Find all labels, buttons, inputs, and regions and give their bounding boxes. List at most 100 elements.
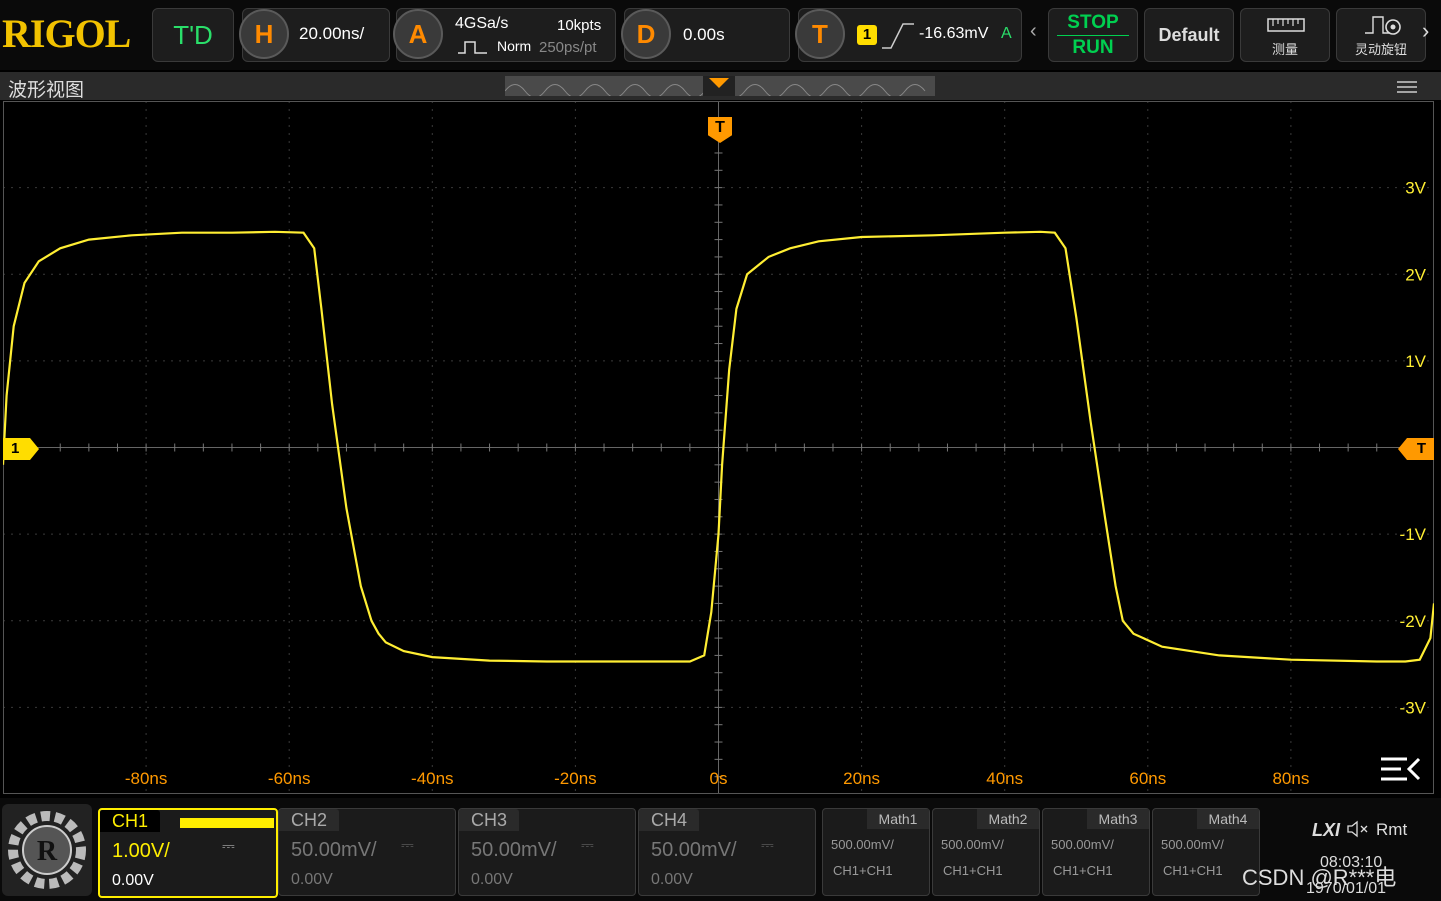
math-box-2[interactable]: Math2 500.00mV/CH1+CH1: [932, 808, 1040, 896]
channel-box-ch4[interactable]: CH4 50.00mV/ ⎓ 0.00V: [638, 808, 816, 896]
math-box-3[interactable]: Math3 500.00mV/CH1+CH1: [1042, 808, 1150, 896]
x-axis-label: -40ns: [411, 769, 454, 788]
channel-offset: 0.00V: [291, 871, 333, 888]
channel-name: CH2: [279, 809, 340, 831]
menu-icon[interactable]: [1396, 80, 1418, 94]
trigger-level: -16.63mV: [919, 25, 989, 42]
waveform-view-title: 波形视图: [8, 80, 85, 101]
smart-knob-button[interactable]: 灵动旋钮: [1336, 8, 1426, 62]
trigger-mode: A: [1001, 25, 1012, 42]
trigger-icon: T: [795, 9, 845, 59]
ruler-icon: [1267, 18, 1305, 32]
channel-offset: 0.00V: [471, 871, 513, 888]
math-box-1[interactable]: Math1 500.00mV/CH1+CH1: [822, 808, 930, 896]
memory-depth: 10kpts: [557, 17, 602, 34]
channel-name: CH3: [459, 809, 520, 831]
channel-scale: 1.00V/: [112, 840, 170, 862]
math-name: Math1: [867, 809, 929, 829]
bottom-bar: R CH1 1.00V/ ⎓ 0.00V CH2 50.00mV/ ⎓ 0.00V CH3 50.…: [0, 798, 1441, 901]
memory-position-bar[interactable]: [505, 76, 935, 96]
math-scale: 500.00mV/: [831, 837, 894, 852]
delay-button[interactable]: D 0.00s: [621, 8, 790, 62]
knob-icon: [1365, 16, 1401, 35]
x-axis-label: 40ns: [986, 769, 1023, 788]
trigger-button[interactable]: T 1 -16.63mV A: [795, 8, 1022, 62]
lxi-label: LXI: [1312, 820, 1341, 840]
watermark: CSDN @R***电: [1242, 865, 1397, 890]
y-axis-label: 1V: [1405, 352, 1426, 371]
rigol-logo: RIGOL: [2, 11, 131, 56]
channel-scale: 50.00mV/: [291, 839, 377, 861]
dc-coupling-icon: ⎓: [761, 837, 774, 854]
sample-rate: 4GSa/s: [455, 15, 509, 32]
acquire-mode: Norm: [497, 38, 532, 54]
math-scale: 500.00mV/: [941, 837, 1004, 852]
channel-box-ch3[interactable]: CH3 50.00mV/ ⎓ 0.00V: [458, 808, 636, 896]
svg-text:R: R: [37, 836, 58, 867]
scroll-right-icon[interactable]: ›: [1422, 18, 1429, 44]
math-expression: CH1+CH1: [1053, 863, 1113, 878]
horizontal-button[interactable]: H 20.00ns/: [239, 8, 390, 62]
math-scale: 500.00mV/: [1051, 837, 1114, 852]
trigger-source-badge: 1: [857, 25, 877, 45]
x-axis-label: 20ns: [843, 769, 880, 788]
x-axis-label: -80ns: [125, 769, 168, 788]
math-expression: CH1+CH1: [833, 863, 893, 878]
delay-icon: D: [621, 9, 671, 59]
channel-scale: 50.00mV/: [471, 839, 557, 861]
collapse-menu-icon[interactable]: [1379, 755, 1423, 785]
math-expression: CH1+CH1: [943, 863, 1003, 878]
stop-run-button[interactable]: STOP RUN: [1048, 8, 1138, 62]
channel-name: CH4: [639, 809, 700, 831]
y-axis-label: -3V: [1400, 698, 1427, 717]
remote-label: Rmt: [1376, 820, 1408, 839]
channel-box-ch2[interactable]: CH2 50.00mV/ ⎓ 0.00V: [278, 808, 456, 896]
channel-offset: 0.00V: [112, 872, 154, 889]
delay-value: 0.00s: [683, 25, 725, 44]
channel-name: CH1: [100, 810, 161, 832]
waveform-area[interactable]: -80ns -60ns -40ns -20ns 0s 20ns 40ns 60ns 80ns 3…: [3, 101, 1434, 794]
run-label: RUN: [1072, 37, 1114, 58]
x-axis-label: -60ns: [268, 769, 311, 788]
math-name: Math3: [1087, 809, 1149, 829]
gear-logo-icon: R: [8, 811, 86, 889]
td-button[interactable]: T'D: [152, 8, 234, 62]
channel-active-bar: [180, 818, 274, 828]
knob-label: 灵动旋钮: [1354, 42, 1407, 57]
channel-box-ch1[interactable]: CH1 1.00V/ ⎓ 0.00V: [98, 808, 278, 898]
x-axis-label: 0s: [710, 769, 728, 788]
mute-icon[interactable]: [1346, 820, 1370, 838]
grid-lines: [3, 101, 1434, 794]
dc-coupling-icon: ⎓: [581, 837, 594, 854]
scroll-left-icon[interactable]: ‹: [1030, 20, 1037, 43]
waveform-plot[interactable]: -80ns -60ns -40ns -20ns 0s 20ns 40ns 60ns 80ns 3…: [3, 101, 1434, 794]
math-scale: 500.00mV/: [1161, 837, 1224, 852]
pulse-icon: [458, 41, 487, 54]
default-label: Default: [1158, 24, 1220, 45]
stop-label: STOP: [1067, 12, 1119, 33]
waveform-view-header: 波形视图: [0, 72, 1441, 101]
channel-offset: 0.00V: [651, 871, 693, 888]
acquire-icon: A: [393, 9, 443, 59]
y-axis-label: 3V: [1405, 179, 1426, 198]
acquire-button[interactable]: A 4GSa/s 10kpts Norm 250ps/pt: [393, 8, 616, 62]
math-name: Math2: [977, 809, 1039, 829]
td-label: T'D: [173, 19, 213, 50]
x-axis-labels: -80ns -60ns -40ns -20ns 0s 20ns 40ns 60ns 80ns: [125, 769, 1310, 788]
math-expression: CH1+CH1: [1163, 863, 1223, 878]
math-name: Math4: [1197, 809, 1259, 829]
y-axis-label: -1V: [1400, 525, 1427, 544]
resolution: 250ps/pt: [539, 39, 597, 56]
timebase-value: 20.00ns/: [299, 24, 365, 43]
x-axis-label: -20ns: [554, 769, 597, 788]
default-button[interactable]: Default: [1144, 8, 1234, 62]
horizontal-icon: H: [239, 9, 289, 59]
top-toolbar: RIGOL T'D H 20.00ns/ A 4GSa/s 10kpts Nor…: [0, 0, 1441, 70]
home-button[interactable]: R: [2, 804, 92, 896]
rising-edge-icon: [882, 23, 914, 49]
dc-coupling-icon: ⎓: [401, 837, 414, 854]
measure-button[interactable]: 测量: [1240, 8, 1330, 62]
y-axis-label: -2V: [1400, 612, 1427, 631]
dc-coupling-icon: ⎓: [222, 838, 235, 855]
stop-run-divider: [1057, 35, 1129, 36]
